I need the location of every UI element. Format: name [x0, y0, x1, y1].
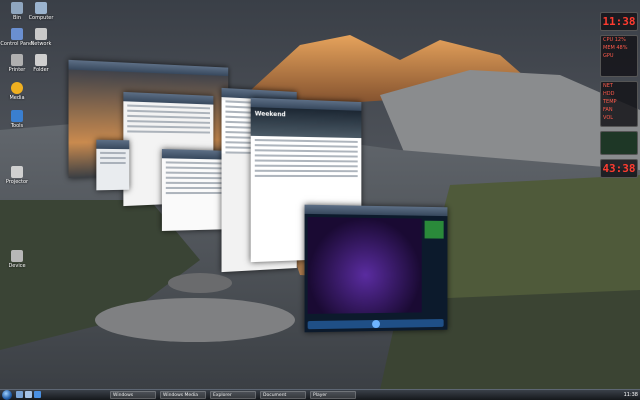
browser-icon[interactable] [34, 391, 41, 398]
desktop-icon[interactable]: Device [0, 250, 34, 269]
playback-controls[interactable] [307, 318, 444, 330]
desktop-icon[interactable]: Computer [24, 2, 58, 21]
gadget-row: VOL [603, 115, 614, 121]
desktop-icon-label: Computer [28, 15, 54, 21]
desktop-icon[interactable]: Media [0, 82, 34, 101]
desktop-icon-label: Device [8, 263, 26, 269]
sidebar-gadgets: 11:38 CPU 12% MEM 48% GPU NET HDD TEMP F… [600, 12, 638, 182]
window-title [304, 204, 448, 217]
page-content [251, 138, 362, 178]
clock-gadget[interactable]: 11:38 [600, 12, 638, 31]
gadget-row: FAN [603, 107, 613, 113]
page-banner: Weekend [250, 107, 362, 139]
video-area [307, 216, 422, 314]
album-art [424, 220, 444, 239]
show-desktop-icon[interactable] [16, 391, 23, 398]
desktop: Bin Computer Control Panel Network Print… [0, 0, 640, 390]
desktop-icon-label: Folder [33, 67, 49, 73]
desktop-icon[interactable]: Folder [24, 54, 58, 73]
control-panel-icon [11, 28, 23, 40]
gadget-row: HDD [603, 91, 615, 97]
gadget-row: NET [603, 83, 613, 89]
network-icon [35, 28, 47, 40]
desktop-icon[interactable]: Tools [0, 110, 34, 129]
taskbar-button[interactable]: Document [260, 391, 306, 399]
desktop-icon-label: Media [9, 95, 25, 101]
taskbar-button[interactable]: Windows [110, 391, 156, 399]
desktop-icon-label: Network [30, 41, 52, 47]
gadget-row: MEM 48% [603, 45, 628, 51]
tray-clock[interactable]: 11:38 [624, 390, 638, 400]
switch-windows-icon[interactable] [25, 391, 32, 398]
desktop-icon-label: Projector [5, 179, 29, 185]
taskbar-button[interactable]: Player [310, 391, 356, 399]
device-icon [11, 250, 23, 262]
tools-icon [11, 110, 23, 122]
play-icon[interactable] [372, 319, 380, 329]
window-title [96, 139, 130, 150]
banner-title: Weekend [254, 110, 286, 119]
counter-gadget[interactable]: 43:38 [600, 159, 638, 178]
start-button[interactable] [2, 390, 12, 400]
status-gadget[interactable] [600, 131, 638, 155]
taskbar: Windows Windows Media Explorer Document … [0, 389, 640, 400]
printer-icon [11, 54, 23, 66]
gadget-row: TEMP [603, 99, 617, 105]
window-small[interactable] [96, 139, 130, 191]
taskbar-button[interactable]: Explorer [210, 391, 256, 399]
meter-gadget[interactable]: CPU 12% MEM 48% GPU [600, 35, 638, 77]
window-media-player[interactable] [304, 204, 448, 333]
desktop-icon-label: Tools [10, 123, 24, 129]
text-content [123, 104, 213, 134]
info-gadget[interactable]: NET HDD TEMP FAN VOL [600, 81, 638, 127]
gadget-row: GPU [603, 53, 614, 59]
desktop-icon[interactable]: Network [24, 28, 58, 47]
text-content [96, 151, 129, 165]
media-icon [11, 82, 23, 94]
desktop-icon[interactable]: Projector [0, 166, 34, 185]
gadget-row: CPU 12% [603, 37, 626, 43]
projector-icon [11, 166, 23, 178]
computer-icon [35, 2, 47, 14]
taskbar-button[interactable]: Windows Media [160, 391, 206, 399]
recycle-bin-icon [11, 2, 23, 14]
folder-icon [35, 54, 47, 66]
